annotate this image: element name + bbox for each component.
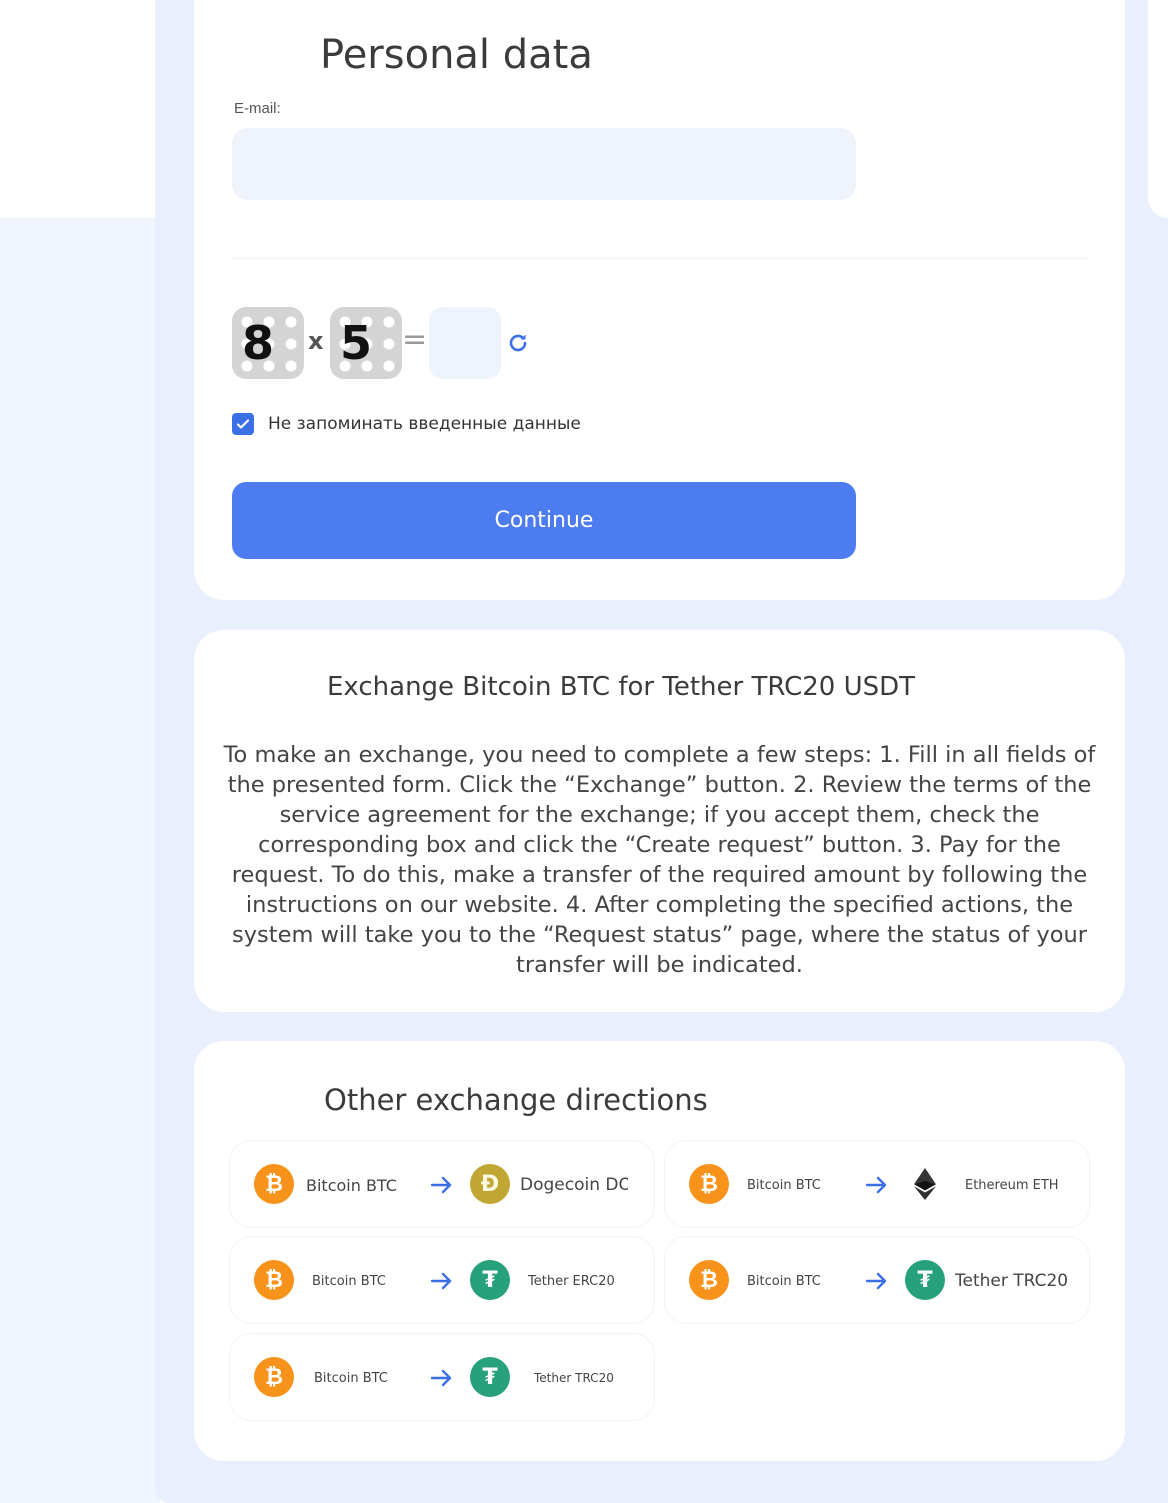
tether-icon: ₮ bbox=[905, 1260, 945, 1300]
captcha-image-second: 5 bbox=[330, 307, 402, 379]
personal-data-title: Personal data bbox=[320, 32, 593, 78]
arrow-right-icon bbox=[430, 1176, 452, 1194]
tether-icon: ₮ bbox=[470, 1357, 510, 1397]
direction-to-label: Tether TRC20 bbox=[534, 1371, 614, 1385]
direction-to-label: Dogecoin DOGE bbox=[520, 1175, 628, 1195]
exchange-info-card: Exchange Bitcoin BTC for Tether TRC20 US… bbox=[194, 630, 1125, 1012]
bitcoin-icon: ₿ bbox=[689, 1164, 729, 1204]
direction-to-label: Ethereum ETH bbox=[965, 1177, 1059, 1193]
captcha-answer-input[interactable] bbox=[429, 307, 501, 379]
remember-checkbox-label: Не запоминать введенные данные bbox=[268, 414, 581, 434]
dogecoin-icon: Ð bbox=[470, 1164, 510, 1204]
remember-checkbox[interactable] bbox=[232, 413, 254, 435]
arrow-right-icon bbox=[430, 1272, 452, 1290]
bitcoin-icon: ₿ bbox=[254, 1357, 294, 1397]
direction-item[interactable]: ₿ Bitcoin BTC ₮ Tether TRC20 bbox=[229, 1333, 655, 1421]
tether-icon: ₮ bbox=[470, 1260, 510, 1300]
captcha-image-first: 8 bbox=[232, 307, 304, 379]
direction-item[interactable]: ₿ Bitcoin BTC Ð Dogecoin DOGE bbox=[229, 1140, 655, 1228]
direction-item[interactable]: ₿ Bitcoin BTC Ethereum ETH bbox=[664, 1140, 1090, 1228]
exchange-instructions: To make an exchange, you need to complet… bbox=[223, 742, 1096, 978]
direction-from-label: Bitcoin BTC bbox=[747, 1177, 821, 1193]
direction-from-label: Bitcoin BTC bbox=[312, 1273, 386, 1289]
continue-button[interactable]: Continue bbox=[232, 482, 856, 559]
exchange-title: Exchange Bitcoin BTC for Tether TRC20 US… bbox=[327, 672, 916, 702]
bitcoin-icon: ₿ bbox=[254, 1260, 294, 1300]
personal-data-card: Personal data E-mail: 8 x 5 = Не запомин… bbox=[194, 0, 1125, 600]
direction-item[interactable]: ₿ Bitcoin BTC ₮ Tether TRC20 bbox=[664, 1236, 1090, 1324]
direction-from-label: Bitcoin BTC bbox=[314, 1370, 388, 1386]
divider bbox=[232, 258, 1088, 259]
captcha-equals: = bbox=[402, 322, 428, 357]
refresh-icon[interactable] bbox=[506, 331, 530, 355]
other-directions-title: Other exchange directions bbox=[324, 1083, 708, 1117]
arrow-right-icon bbox=[865, 1272, 887, 1290]
continue-button-label: Continue bbox=[494, 508, 594, 533]
bitcoin-icon: ₿ bbox=[254, 1164, 294, 1204]
email-label: E-mail: bbox=[234, 100, 281, 117]
captcha-operator: x bbox=[308, 327, 324, 355]
direction-to-label: Tether TRC20 bbox=[955, 1271, 1069, 1291]
right-panel-edge bbox=[1148, 0, 1168, 218]
captcha-second-digit: 5 bbox=[339, 316, 372, 370]
arrow-right-icon bbox=[430, 1369, 452, 1387]
check-icon bbox=[236, 419, 250, 429]
ethereum-icon bbox=[905, 1164, 945, 1204]
left-sidebar-strip bbox=[0, 218, 160, 1503]
direction-from-label: Bitcoin BTC bbox=[306, 1175, 397, 1195]
direction-item[interactable]: ₿ Bitcoin BTC ₮ Tether ERC20 bbox=[229, 1236, 655, 1324]
email-field[interactable] bbox=[232, 128, 856, 200]
captcha-first-digit: 8 bbox=[241, 316, 274, 370]
bitcoin-icon: ₿ bbox=[689, 1260, 729, 1300]
direction-to-label: Tether ERC20 bbox=[528, 1273, 615, 1289]
direction-from-label: Bitcoin BTC bbox=[747, 1273, 821, 1289]
ethereum-glyph bbox=[914, 1168, 936, 1200]
arrow-right-icon bbox=[865, 1176, 887, 1194]
other-directions-card: Other exchange directions ₿ Bitcoin BTC … bbox=[194, 1041, 1125, 1461]
